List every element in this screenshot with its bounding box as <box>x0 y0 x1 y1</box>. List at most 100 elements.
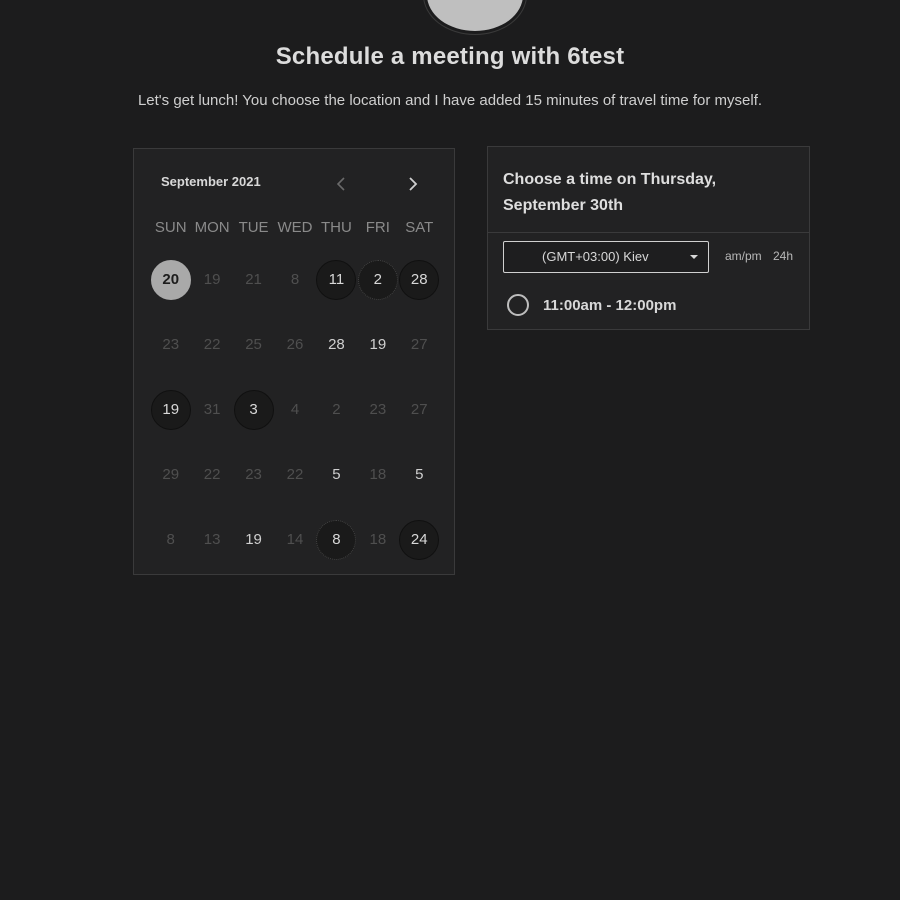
day-number: 22 <box>203 466 221 483</box>
caret-down-icon <box>690 255 698 259</box>
day-number: 18 <box>369 531 387 548</box>
selected-date-heading: Choose a time on Thursday, September 30t… <box>503 171 717 214</box>
weekday-label: SAT <box>405 219 434 236</box>
day-number: 19 <box>245 531 262 548</box>
calendar-day: 21 <box>233 247 274 312</box>
scheduling-page: Schedule a meeting with 6test Let's get … <box>0 0 900 900</box>
calendar-day: 26 <box>274 312 315 377</box>
meeting-description: Let's get lunch! You choose the location… <box>137 92 763 109</box>
day-number: 25 <box>245 336 262 353</box>
time-picker: Choose a time on Thursday, September 30t… <box>487 146 810 330</box>
format-24h-toggle[interactable]: 24h <box>773 249 793 263</box>
day-number: 21 <box>245 271 262 288</box>
day-number: 22 <box>286 466 304 483</box>
day-number: 29 <box>162 466 180 483</box>
date-picker: September 2021 SUN MON TUE WED THU FRI SAT 20 1… <box>133 148 455 575</box>
day-number: 27 <box>410 401 428 418</box>
next-month-button[interactable] <box>402 173 424 195</box>
calendar-day: 31 <box>191 377 232 442</box>
calendar-day[interactable]: 8 <box>316 507 357 572</box>
weekday-label: THU <box>321 219 352 236</box>
day-number: 28 <box>328 336 345 353</box>
calendar-day: 8 <box>150 507 191 572</box>
day-number[interactable]: 11 <box>316 259 357 300</box>
calendar-day: 23 <box>150 312 191 377</box>
day-number: 8 <box>166 531 175 548</box>
day-number[interactable]: 2 <box>357 259 398 300</box>
calendar-day[interactable]: 24 <box>399 507 440 572</box>
day-number: 23 <box>162 336 180 353</box>
day-number: 22 <box>203 336 221 353</box>
calendar-day[interactable]: 3 <box>233 377 274 442</box>
day-number: 23 <box>369 401 387 418</box>
day-number: 26 <box>286 336 304 353</box>
weekday-label: FRI <box>365 219 390 236</box>
previous-month-button[interactable] <box>330 173 352 195</box>
weekday-label: SUN <box>154 219 187 236</box>
day-number: 19 <box>369 336 387 353</box>
calendar-day[interactable]: 28 <box>399 247 440 312</box>
day-number: 27 <box>410 336 428 353</box>
calendar-day: 14 <box>274 507 315 572</box>
calendar-day: 13 <box>191 507 232 572</box>
day-number: 23 <box>245 466 262 483</box>
calendar-day: 22 <box>274 442 315 507</box>
calendar-day: 28 <box>316 312 357 377</box>
timezone-select[interactable]: (GMT+03:00) Kiev <box>503 241 709 273</box>
calendar-day: 18 <box>357 507 398 572</box>
weekday-label: MON <box>194 219 230 236</box>
calendar-day: 4 <box>274 377 315 442</box>
day-number: 13 <box>203 531 221 548</box>
calendar-day: 19 <box>357 312 398 377</box>
calendar-day: 8 <box>274 247 315 312</box>
calendar-day: 2 <box>316 377 357 442</box>
day-number: 19 <box>203 271 221 288</box>
calendar-day: 23 <box>233 442 274 507</box>
calendar-day: 5 <box>399 442 440 507</box>
weekday-label: TUE <box>238 219 269 236</box>
time-picker-header: Choose a time on Thursday, September 30t… <box>488 147 809 233</box>
calendar-day: 19 <box>191 247 232 312</box>
calendar-day: 23 <box>357 377 398 442</box>
radio-icon[interactable] <box>507 294 529 316</box>
page-title: Schedule a meeting with 6test <box>275 43 625 70</box>
calendar-day: 18 <box>357 442 398 507</box>
day-number[interactable]: 20 <box>150 259 191 300</box>
day-number: 18 <box>369 466 387 483</box>
chevron-right-icon <box>409 177 418 191</box>
day-number: 8 <box>290 271 300 288</box>
day-number: 5 <box>415 466 424 483</box>
calendar-day: 19 <box>233 507 274 572</box>
day-number: 4 <box>290 401 300 418</box>
calendar-day[interactable]: 11 <box>316 247 357 312</box>
calendar-day: 22 <box>191 312 232 377</box>
calendar-day[interactable]: 19 <box>150 377 191 442</box>
day-grid: 20 19 21 8 11 2 28 23 22 25 26 28 19 27 19 31 3 4 2 23 27 29 2… <box>150 247 440 572</box>
day-number: 14 <box>286 531 304 548</box>
month-label: September 2021 <box>161 174 261 189</box>
day-number: 5 <box>332 466 341 483</box>
host-avatar <box>424 0 526 34</box>
time-slot-label: 11:00am - 12:00pm <box>543 296 677 314</box>
day-number[interactable]: 19 <box>150 389 191 430</box>
day-number: 31 <box>203 401 221 418</box>
day-number[interactable]: 3 <box>233 389 274 430</box>
calendar-day[interactable]: 2 <box>357 247 398 312</box>
calendar-day: 29 <box>150 442 191 507</box>
format-ampm-toggle[interactable]: am/pm <box>725 249 762 263</box>
calendar-day: 22 <box>191 442 232 507</box>
timezone-value: (GMT+03:00) Kiev <box>542 249 649 264</box>
chevron-left-icon <box>336 177 345 191</box>
time-slot[interactable]: 11:00am - 12:00pm <box>507 293 676 317</box>
day-number: 2 <box>332 401 341 418</box>
selected-day[interactable]: 20 <box>150 247 191 312</box>
day-number[interactable]: 28 <box>399 259 440 300</box>
weekday-label: WED <box>277 219 313 236</box>
day-number[interactable]: 24 <box>399 519 440 560</box>
weekday-header: SUN MON TUE WED THU FRI SAT <box>150 219 440 236</box>
calendar-day: 27 <box>399 312 440 377</box>
calendar-day: 25 <box>233 312 274 377</box>
day-number[interactable]: 8 <box>316 519 357 560</box>
calendar-day: 5 <box>316 442 357 507</box>
calendar-day: 27 <box>399 377 440 442</box>
